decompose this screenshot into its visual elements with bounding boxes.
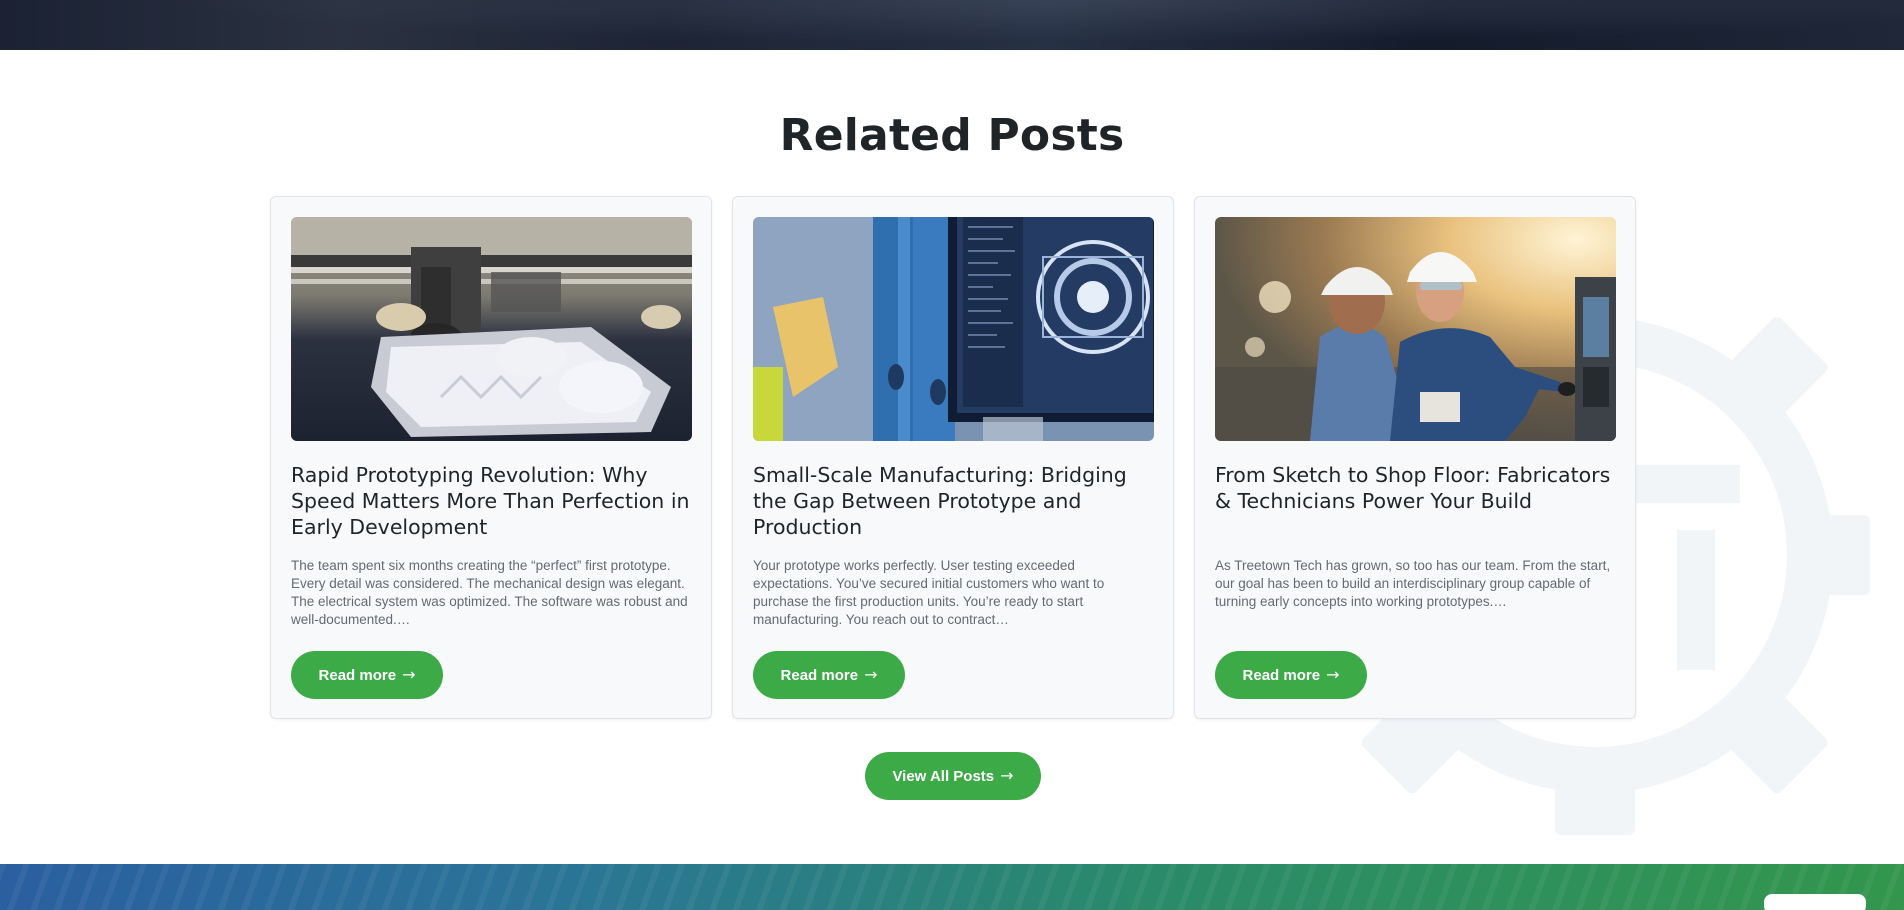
- post-title[interactable]: Rapid Prototyping Revolution: Why Speed …: [291, 462, 696, 540]
- view-all-posts-label: View All Posts: [892, 767, 995, 785]
- arrow-right-icon: →: [864, 665, 878, 684]
- 3d-printer-image[interactable]: [291, 217, 692, 441]
- section-title: Related Posts: [779, 110, 1125, 161]
- post-title[interactable]: Small-Scale Manufacturing: Bridging the …: [753, 462, 1158, 540]
- technicians-illustration: [1215, 217, 1616, 441]
- cad-monitor-image[interactable]: [753, 217, 1154, 441]
- 3d-printer-illustration: [291, 217, 692, 441]
- read-more-label: Read more: [1242, 666, 1321, 684]
- arrow-right-icon: →: [402, 665, 416, 684]
- post-card: Rapid Prototyping Revolution: Why Speed …: [270, 196, 712, 719]
- arrow-right-icon: →: [1000, 766, 1014, 785]
- hero-banner-bottom: [0, 0, 1904, 50]
- page: Related Posts Rapid Prototyping Revoluti…: [0, 0, 1904, 910]
- post-excerpt: As Treetown Tech has grown, so too has o…: [1215, 558, 1611, 609]
- post-excerpt: The team spent six months creating the “…: [291, 558, 688, 627]
- cad-monitor-illustration: [753, 217, 1154, 441]
- footer-widget-button[interactable]: [1764, 894, 1866, 910]
- read-more-button[interactable]: Read more →: [753, 651, 905, 699]
- read-more-button[interactable]: Read more →: [1215, 651, 1367, 699]
- view-all-posts-button[interactable]: View All Posts →: [865, 752, 1041, 800]
- arrow-right-icon: →: [1326, 665, 1340, 684]
- related-posts-grid: Rapid Prototyping Revolution: Why Speed …: [270, 196, 1636, 719]
- post-card: Small-Scale Manufacturing: Bridging the …: [732, 196, 1174, 719]
- read-more-button[interactable]: Read more →: [291, 651, 443, 699]
- read-more-label: Read more: [318, 666, 397, 684]
- post-card: From Sketch to Shop Floor: Fabricators &…: [1194, 196, 1636, 719]
- post-title[interactable]: From Sketch to Shop Floor: Fabricators &…: [1215, 462, 1620, 514]
- footer-banner-top: [0, 864, 1904, 910]
- read-more-label: Read more: [780, 666, 859, 684]
- technicians-image[interactable]: [1215, 217, 1616, 441]
- post-excerpt: Your prototype works perfectly. User tes…: [753, 558, 1105, 627]
